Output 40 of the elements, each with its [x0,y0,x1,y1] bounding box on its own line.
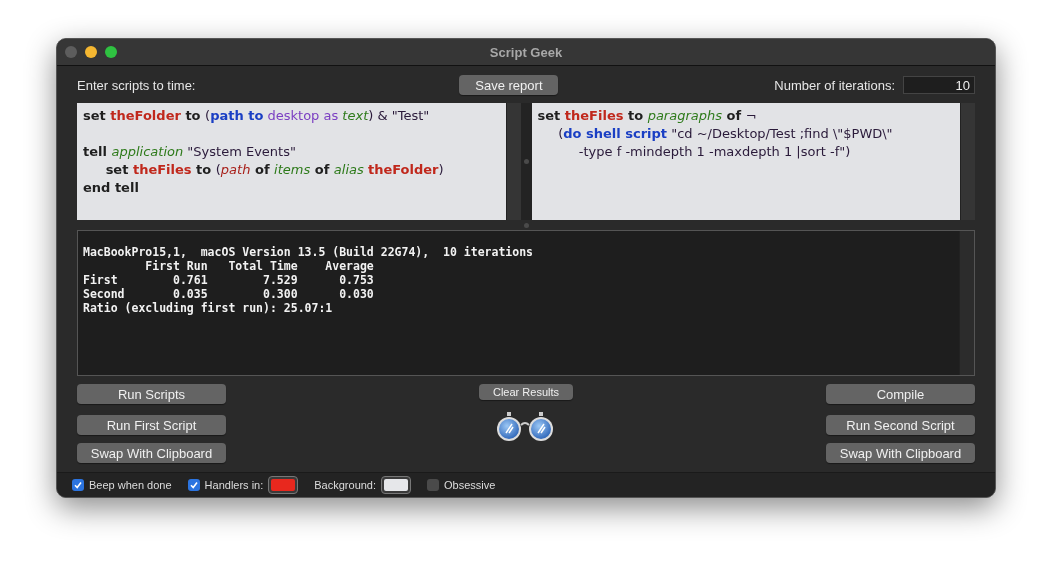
checkbox[interactable] [427,479,440,491]
scripts-prompt: Enter scripts to time: [77,77,196,93]
clear-results-button[interactable]: Clear Results [479,384,573,400]
close-button[interactable] [65,46,77,58]
result-line: First 0.761 7.529 0.753 [83,273,375,287]
result-line: MacBookPro15,1, macOS Version 13.5 (Build 22G74), 10 iterations [83,245,535,259]
zoom-button[interactable] [105,46,117,58]
action-button[interactable]: Swap With Clipboard [826,443,975,463]
action-button[interactable]: Run Second Script [826,415,975,435]
action-button[interactable]: Swap With Clipboard [77,443,226,463]
code-line: -type f -mindepth 1 -maxdepth 1 |sort -f") [577,143,852,161]
window-title: Script Geek [489,44,563,60]
splitter-handle[interactable] [523,159,529,164]
option-label: Obsessive [444,479,496,491]
code-line: end tell [83,179,140,197]
splitter-handle[interactable] [523,222,529,228]
code-line: set theFolder to (path to desktop as text) & "Test" [83,107,431,125]
checkbox[interactable] [72,479,84,491]
action-button[interactable]: Compile [826,384,975,404]
scroll-track[interactable] [960,103,975,220]
option-label: Beep when done [89,479,172,491]
iterations-field[interactable]: 10 [903,76,975,94]
option-label: Background: [314,479,377,491]
option-label: Handlers in: [204,479,264,491]
code-line: set theFiles to paragraphs of ¬ [537,107,758,125]
script-editor[interactable]: set theFolder to (path to desktop as text) & "Test" tell application "System Events" set theFiles to (path of items of alias theFolder) end tell [77,103,506,220]
code-line: (do shell script "cd ~/Desktop/Test ;find \"$PWD\" [557,125,894,143]
code-line: tell application "System Events" [83,143,297,161]
code-line: set theFiles to (path of items of alias theFolder) [104,161,445,179]
stopwatch-glasses-icon [496,410,556,444]
result-line: First Run Total Time Average [144,259,375,273]
checkbox[interactable] [187,479,200,491]
result-line: Second 0.035 0.300 0.030 [83,287,375,301]
script-editor[interactable]: set theFiles to paragraphs of ¬ (do shell script "cd ~/Desktop/Test ;find \"$PWD\" -type f -mindepth 1 -maxdepth 1 |sort -f") [531,103,960,220]
minimize-button[interactable] [85,46,97,58]
iterations-label: Number of iterations: [774,77,895,93]
action-button[interactable]: Run First Script [77,415,226,435]
result-line: Ratio (excluding first run): 25.07:1 [83,301,334,315]
action-button[interactable]: Run Scripts [77,384,226,404]
save-report-button[interactable]: Save report [459,75,559,95]
